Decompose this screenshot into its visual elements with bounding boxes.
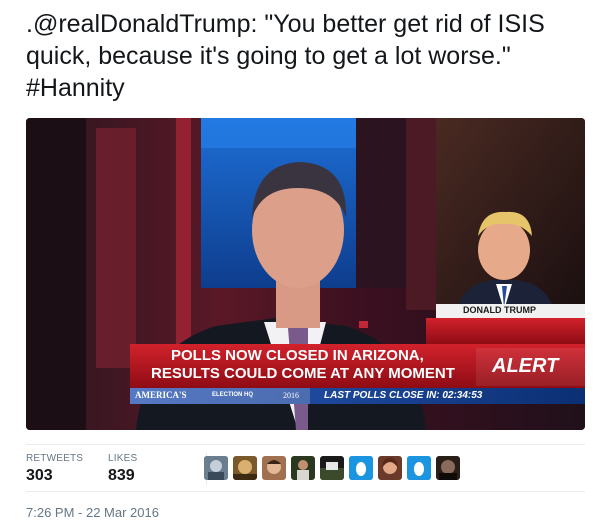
likes-label: LIKES <box>108 453 138 464</box>
default-egg-avatar-icon[interactable] <box>407 456 431 480</box>
tweet-media-image[interactable]: DONALD TRUMP POLLS NOW CLOSED IN ARIZONA… <box>26 118 585 430</box>
avatar-icon[interactable] <box>378 456 402 480</box>
ticker-brand: AMERICA'S <box>135 390 187 400</box>
tweet-text: .@realDonaldTrump: "You better get rid o… <box>26 10 545 102</box>
avatar-icon[interactable] <box>320 456 344 480</box>
likes-count: 839 <box>108 467 135 484</box>
likes-stat[interactable]: LIKES 839 <box>108 453 137 485</box>
default-egg-avatar-icon[interactable] <box>349 456 373 480</box>
avatar-icon[interactable] <box>204 456 228 480</box>
avatar-icon[interactable] <box>436 456 460 480</box>
alert-label: ALERT <box>492 355 559 377</box>
tweet-timestamp[interactable]: 7:26 PM - 22 Mar 2016 <box>26 505 159 520</box>
avatar-icon[interactable] <box>262 456 286 480</box>
avatar-icon[interactable] <box>291 456 315 480</box>
ticker-hq: ELECTION HQ <box>212 392 254 398</box>
tweet-stats: RETWEETS 303 LIKES 839 <box>26 444 585 492</box>
name-label: DONALD TRUMP <box>463 305 536 315</box>
ticker-polls: LAST POLLS CLOSE IN: 02:34:53 <box>324 390 483 401</box>
ticker-year: 2016 <box>283 391 299 400</box>
retweets-stat[interactable]: RETWEETS 303 <box>26 453 83 485</box>
avatar-icon[interactable] <box>233 456 257 480</box>
video-still-icon <box>26 118 585 430</box>
retweets-label: RETWEETS <box>26 453 84 464</box>
retweets-count: 303 <box>26 467 53 484</box>
headline-line-2: RESULTS COULD COME AT ANY MOMENT <box>151 365 455 382</box>
headline-line-1: POLLS NOW CLOSED IN ARIZONA, <box>171 347 424 364</box>
